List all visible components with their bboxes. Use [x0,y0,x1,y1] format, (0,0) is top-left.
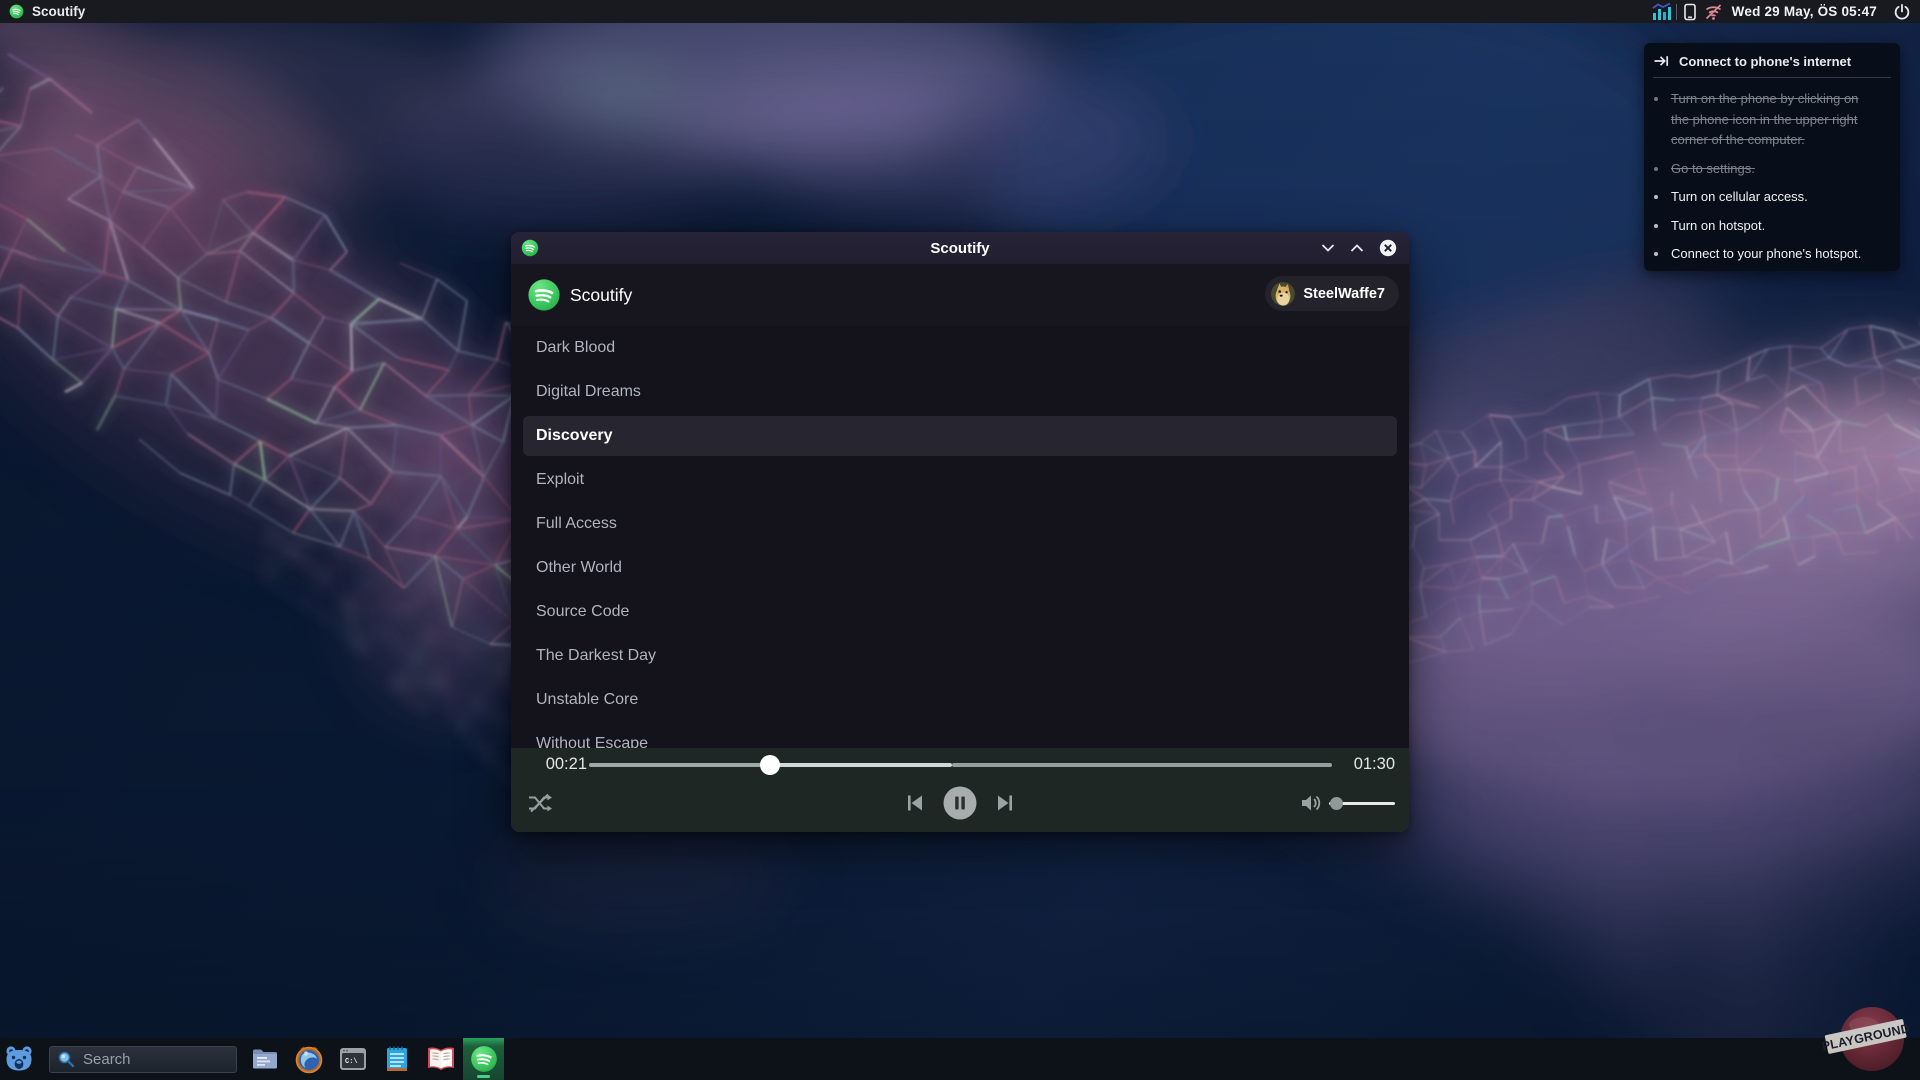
svg-text:C:\: C:\ [345,1058,358,1066]
